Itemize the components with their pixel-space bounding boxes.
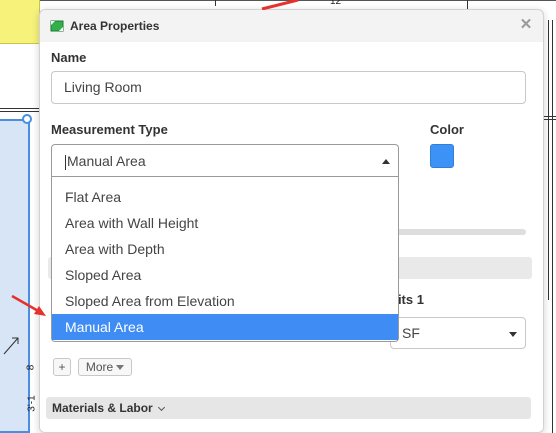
more-button[interactable]: More: [78, 358, 132, 376]
color-label: Color: [430, 122, 464, 137]
measurement-type-value: Manual Area: [67, 153, 146, 169]
dimension-label-top: 12: [330, 0, 342, 7]
yellow-area-shape[interactable]: [0, 0, 40, 44]
chevron-up-icon: [382, 159, 390, 164]
dialog-body: Name Living Room Measurement Type Color …: [40, 42, 543, 432]
option-area-with-depth[interactable]: Area with Depth: [52, 236, 398, 262]
more-button-label: More: [85, 360, 114, 374]
materials-labor-section[interactable]: Materials & Labor: [46, 397, 531, 419]
name-input[interactable]: Living Room: [51, 71, 526, 104]
units-select[interactable]: SF: [390, 317, 526, 349]
option-area-with-wall-height[interactable]: Area with Wall Height: [52, 210, 398, 236]
option-manual-area[interactable]: Manual Area: [52, 314, 398, 340]
units-value: SF: [402, 325, 420, 341]
measurement-type-select[interactable]: Manual Area: [51, 144, 399, 177]
opacity-slider[interactable]: [390, 229, 526, 235]
option-flat-area[interactable]: Flat Area: [52, 184, 398, 210]
option-sloped-area-from-elevation[interactable]: Sloped Area from Elevation: [52, 288, 398, 314]
color-swatch[interactable]: [430, 144, 454, 168]
add-button[interactable]: +: [53, 358, 71, 376]
chevron-down-icon: [157, 403, 165, 412]
measurement-type-dropdown: Flat Area Area with Wall Height Area wit…: [51, 177, 399, 342]
red-pointer-arrow-top: [261, 0, 299, 10]
selected-room-shape[interactable]: [0, 119, 30, 433]
option-sloped-area[interactable]: Sloped Area: [52, 262, 398, 288]
room-corner-handle[interactable]: [22, 114, 32, 124]
diagonal-measure-arrow: [3, 337, 19, 355]
dimension-label-side-b: 3'-1: [26, 395, 38, 412]
materials-labor-label: Materials & Labor: [52, 401, 153, 415]
close-icon[interactable]: ✕: [519, 17, 533, 32]
dialog-header[interactable]: Area Properties ✕: [40, 10, 543, 42]
caret-down-icon: [116, 365, 125, 371]
dialog-title: Area Properties: [70, 19, 160, 33]
chevron-down-icon: [509, 332, 517, 337]
area-shape-icon: [50, 20, 64, 32]
dimension-label-side-a: 8: [25, 364, 37, 371]
area-properties-dialog: Area Properties ✕ Name Living Room Measu…: [39, 9, 544, 433]
name-label: Name: [51, 50, 87, 65]
measurement-type-label: Measurement Type: [51, 122, 168, 137]
text-cursor: [65, 154, 66, 170]
red-pointer-arrow-left: [11, 294, 46, 316]
